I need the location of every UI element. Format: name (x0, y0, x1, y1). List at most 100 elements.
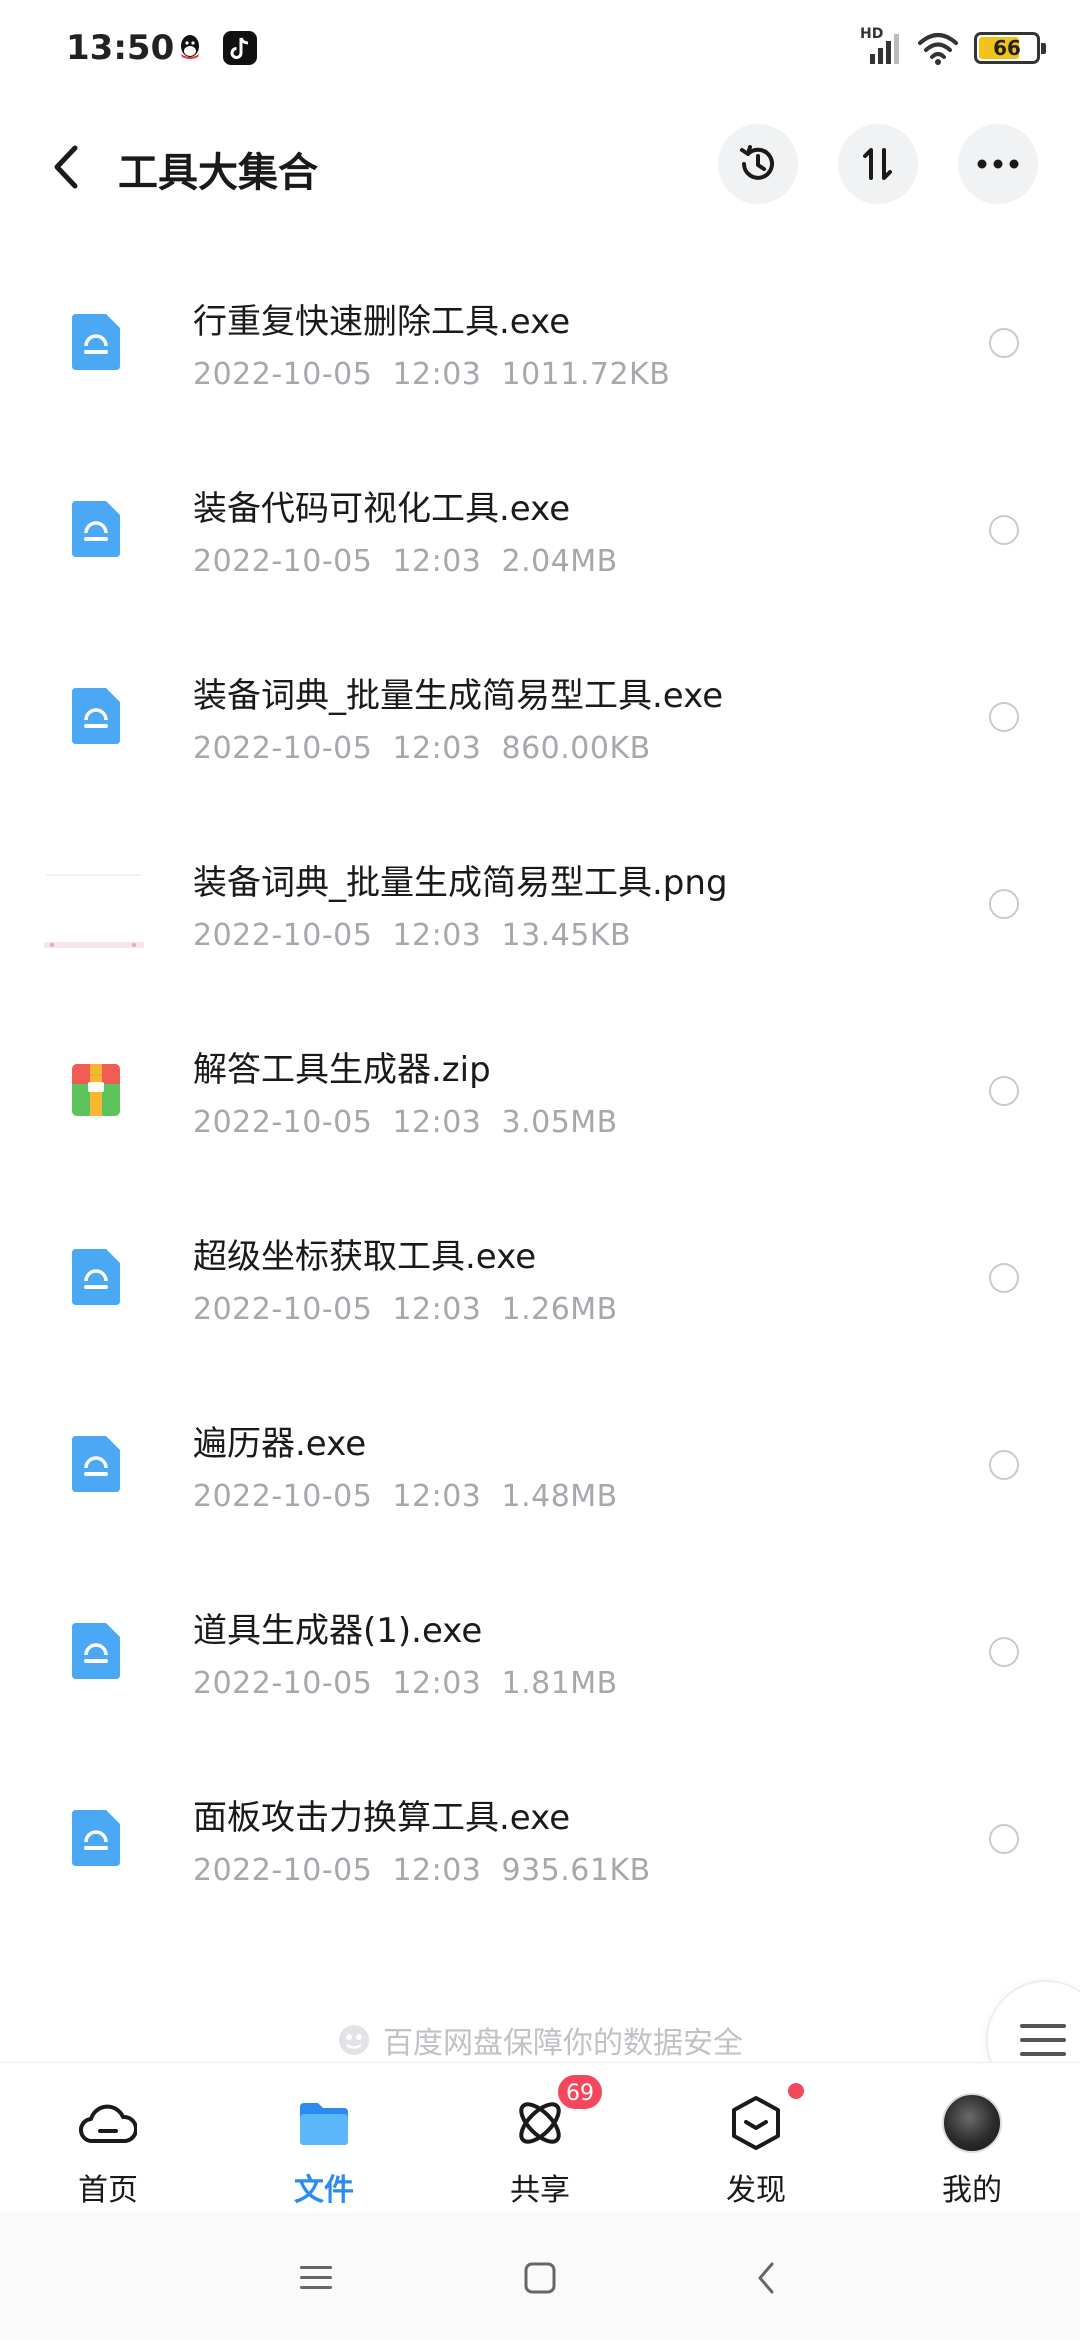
notification-badge: 69 (556, 2073, 604, 2111)
history-icon (740, 145, 774, 180)
select-checkbox[interactable] (989, 1263, 1019, 1293)
menu-icon (300, 2266, 332, 2289)
file-date: 2022-10-05 (193, 357, 373, 392)
file-time: 12:03 (392, 357, 482, 392)
menu-icon (1020, 2024, 1066, 2056)
qq-icon (181, 35, 199, 59)
select-checkbox[interactable] (989, 515, 1019, 545)
cloud-icon (78, 2093, 138, 2153)
exe-file-icon (72, 314, 120, 370)
more-button[interactable] (958, 124, 1038, 204)
select-checkbox[interactable] (989, 1076, 1019, 1106)
file-name: 装备词典_批量生成简易型工具.png (193, 863, 728, 903)
exe-file-icon (72, 501, 120, 557)
list-item[interactable]: 行重复快速删除工具.exe 2022-10-05 12:03 1011.72KB (0, 262, 1080, 449)
file-size: 1011.72KB (501, 357, 671, 392)
file-size: 1.81MB (501, 1666, 618, 1701)
select-checkbox[interactable] (989, 1450, 1019, 1480)
file-size: 3.05MB (501, 1105, 618, 1140)
select-checkbox[interactable] (989, 328, 1019, 358)
zip-file-icon (72, 1064, 120, 1116)
tab-label: 文件 (294, 2173, 354, 2208)
tab-label: 我的 (942, 2173, 1002, 2208)
tab-label: 共享 (510, 2173, 570, 2208)
status-bar: 13:50 HD 66 (0, 0, 1080, 100)
file-name: 解答工具生成器.zip (193, 1050, 491, 1090)
file-meta: 2022-10-05 12:03 935.61KB (193, 1853, 651, 1888)
safety-note-text: 百度网盘保障你的数据安全 (383, 2026, 743, 2061)
list-item[interactable]: 装备词典_批量生成简易型工具.png 2022-10-05 12:03 13.4… (0, 823, 1080, 1010)
list-item[interactable]: 道具生成器(1).exe 2022-10-05 12:03 1.81MB (0, 1571, 1080, 1758)
file-time: 12:03 (392, 544, 482, 579)
shield-icon (339, 2025, 369, 2055)
square-icon (524, 2262, 556, 2294)
file-size: 860.00KB (501, 731, 651, 766)
list-item[interactable]: 解答工具生成器.zip 2022-10-05 12:03 3.05MB (0, 1010, 1080, 1197)
file-time: 12:03 (392, 1105, 482, 1140)
signal-icon: HD (860, 26, 902, 66)
file-time: 12:03 (392, 731, 482, 766)
battery-level: 66 (993, 36, 1021, 60)
file-time: 12:03 (392, 1292, 482, 1327)
status-indicators: HD 66 (860, 26, 1046, 68)
file-date: 2022-10-05 (193, 1666, 373, 1701)
file-date: 2022-10-05 (193, 1105, 373, 1140)
file-time: 12:03 (392, 1479, 482, 1514)
file-meta: 2022-10-05 12:03 2.04MB (193, 544, 618, 579)
tab-discover[interactable]: 发现 (666, 2063, 846, 2213)
file-name: 装备代码可视化工具.exe (193, 489, 571, 529)
select-checkbox[interactable] (989, 889, 1019, 919)
select-checkbox[interactable] (989, 1824, 1019, 1854)
tiktok-icon (223, 31, 257, 65)
file-meta: 2022-10-05 12:03 13.45KB (193, 918, 631, 953)
file-name: 装备词典_批量生成简易型工具.exe (193, 676, 724, 716)
system-back-button[interactable] (744, 2256, 788, 2300)
chevron-left-icon (54, 145, 78, 189)
file-meta: 2022-10-05 12:03 1011.72KB (193, 357, 670, 392)
list-item[interactable]: 面板攻击力换算工具.exe 2022-10-05 12:03 935.61KB (0, 1758, 1080, 1945)
list-item[interactable]: 装备代码可视化工具.exe 2022-10-05 12:03 2.04MB (0, 449, 1080, 636)
list-item[interactable]: 遍历器.exe 2022-10-05 12:03 1.48MB (0, 1384, 1080, 1571)
safety-note: 百度网盘保障你的数据安全 (0, 2018, 1080, 2062)
header: 工具大集合 (0, 110, 1080, 230)
status-time: 13:50 (66, 28, 175, 68)
exe-file-icon (72, 1249, 120, 1305)
file-size: 13.45KB (501, 918, 632, 953)
file-date: 2022-10-05 (193, 1853, 373, 1888)
notification-dot (788, 2083, 804, 2099)
file-time: 12:03 (392, 918, 482, 953)
system-navigation-bar (0, 2212, 1080, 2340)
history-button[interactable] (718, 124, 798, 204)
home-button[interactable] (518, 2256, 562, 2300)
file-date: 2022-10-05 (193, 544, 373, 579)
tab-files[interactable]: 文件 (234, 2063, 414, 2213)
recent-apps-button[interactable] (294, 2256, 338, 2300)
select-checkbox[interactable] (989, 702, 1019, 732)
file-time: 12:03 (392, 1853, 482, 1888)
back-button[interactable] (38, 132, 94, 202)
more-icon (977, 159, 1019, 169)
list-item[interactable]: 装备词典_批量生成简易型工具.exe 2022-10-05 12:03 860.… (0, 636, 1080, 823)
exe-file-icon (72, 1810, 120, 1866)
sort-button[interactable] (838, 124, 918, 204)
folder-icon (294, 2093, 354, 2153)
list-item[interactable]: 超级坐标获取工具.exe 2022-10-05 12:03 1.26MB (0, 1197, 1080, 1384)
exe-file-icon (72, 1436, 120, 1492)
file-size: 1.48MB (501, 1479, 618, 1514)
tab-label: 发现 (726, 2173, 786, 2208)
sort-icon (863, 148, 892, 180)
tab-share[interactable]: 69 共享 (450, 2063, 630, 2213)
file-date: 2022-10-05 (193, 731, 373, 766)
battery-icon: 66 (974, 32, 1046, 64)
wifi-icon (918, 33, 958, 65)
tab-me[interactable]: 我的 (882, 2063, 1062, 2213)
file-date: 2022-10-05 (193, 1479, 373, 1514)
file-meta: 2022-10-05 12:03 1.48MB (193, 1479, 618, 1514)
select-checkbox[interactable] (989, 1637, 1019, 1667)
bottom-tab-bar: 首页 文件 69 共享 发现 我的 (0, 2062, 1080, 2212)
file-meta: 2022-10-05 12:03 3.05MB (193, 1105, 618, 1140)
file-name: 面板攻击力换算工具.exe (193, 1798, 571, 1838)
avatar (942, 2093, 1002, 2153)
file-size: 1.26MB (501, 1292, 618, 1327)
tab-home[interactable]: 首页 (18, 2063, 198, 2213)
